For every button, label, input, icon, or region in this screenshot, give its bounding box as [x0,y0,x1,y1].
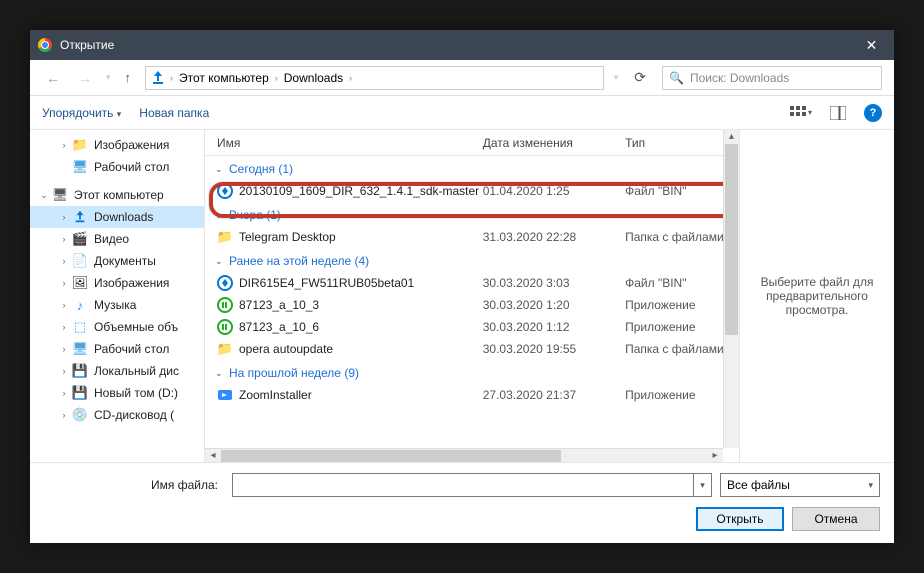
titlebar: Открытие ✕ [30,30,894,60]
search-icon: 🔍 [669,71,684,85]
file-row[interactable]: ZoomInstaller 27.03.2020 21:37 Приложени… [205,384,739,406]
tree-videos[interactable]: ›🎬Видео [30,228,204,250]
tree-downloads[interactable]: ›Downloads [30,206,204,228]
preview-pane: Выберите файл для предварительного просм… [739,130,894,462]
up-button[interactable]: ↑ [121,70,136,85]
file-row[interactable]: 87123_a_10_6 30.03.2020 1:12 Приложение [205,316,739,338]
toolbar: Упорядочить ▾ Новая папка ▾ ? [30,96,894,130]
close-button[interactable]: ✕ [849,30,894,60]
main-area: Имя Дата изменения Тип ⌄Сегодня (1) 2013… [205,130,894,462]
col-name[interactable]: Имя [217,136,483,150]
column-headers: Имя Дата изменения Тип [205,130,739,156]
tree-images[interactable]: ›📁Изображения [30,134,204,156]
forward-button[interactable]: → [74,70,96,86]
navbar: ← → ▾ ↑ › Этот компьютер › Downloads › ▾… [30,60,894,96]
group-earlier-week[interactable]: ⌄Ранее на этой неделе (4) [205,248,739,272]
file-row[interactable]: 87123_a_10_3 30.03.2020 1:20 Приложение [205,294,739,316]
app-icon [217,297,233,313]
chevron-right-icon: › [275,73,278,83]
tree-music[interactable]: ›♪Музыка [30,294,204,316]
dialog-body: ›📁Изображения 🖥Рабочий стол ⌄🖥Этот компь… [30,130,894,462]
chevron-right-icon: › [349,73,352,83]
tree-this-pc[interactable]: ⌄🖥Этот компьютер [30,184,204,206]
back-button[interactable]: ← [42,70,64,86]
open-button[interactable]: Открыть [696,507,784,531]
zoom-icon [217,387,233,403]
folder-icon: 📁 [217,229,233,245]
cancel-button[interactable]: Отмена [792,507,880,531]
chrome-icon [38,38,52,52]
list-body: ⌄Сегодня (1) 20130109_1609_DIR_632_1.4.1… [205,156,739,448]
window-title: Открытие [60,38,849,52]
breadcrumb-pc[interactable]: Этот компьютер [177,71,271,85]
file-row[interactable]: 📁opera autoupdate 30.03.2020 19:55 Папка… [205,338,739,360]
group-last-week[interactable]: ⌄На прошлой неделе (9) [205,360,739,384]
tree-desktop[interactable]: 🖥Рабочий стол [30,156,204,178]
search-placeholder: Поиск: Downloads [690,71,789,85]
footer: Имя файла: ▾ Все файлы▾ Открыть Отмена [30,462,894,543]
file-row[interactable]: 20130109_1609_DIR_632_1.4.1_sdk-master 0… [205,180,739,202]
filename-label: Имя файла: [44,478,224,492]
chevron-right-icon: › [170,73,173,83]
horizontal-scrollbar[interactable]: ◂▸ [205,448,723,462]
filename-dropdown[interactable]: ▾ [694,473,712,497]
app-icon [217,319,233,335]
filename-input[interactable] [232,473,694,497]
file-row[interactable]: DIR615E4_FW511RUB05beta01 30.03.2020 3:0… [205,272,739,294]
tree-local-disk[interactable]: ›💾Локальный дис [30,360,204,382]
new-folder-button[interactable]: Новая папка [139,106,209,120]
tree-images2[interactable]: ›🖼Изображения [30,272,204,294]
history-dropdown[interactable]: ▾ [106,72,111,83]
address-bar[interactable]: › Этот компьютер › Downloads › [145,66,604,90]
group-today[interactable]: ⌄Сегодня (1) [205,156,739,180]
open-file-dialog: Открытие ✕ ← → ▾ ↑ › Этот компьютер › Do… [30,30,894,543]
nav-tree: ›📁Изображения 🖥Рабочий стол ⌄🖥Этот компь… [30,130,205,462]
file-list: Имя Дата изменения Тип ⌄Сегодня (1) 2013… [205,130,739,462]
filetype-combo[interactable]: Все файлы▾ [720,473,880,497]
bin-icon [217,275,233,291]
view-mode-button[interactable]: ▾ [790,106,812,120]
group-yesterday[interactable]: ⌄Вчера (1) [205,202,739,226]
vertical-scrollbar[interactable]: ▴ [723,130,739,448]
bin-icon [217,183,233,199]
breadcrumb-downloads[interactable]: Downloads [282,71,345,85]
refresh-button[interactable]: ⟳ [628,69,652,86]
col-date[interactable]: Дата изменения [483,136,625,150]
preview-text: Выберите файл для предварительного просм… [750,275,884,317]
organize-button[interactable]: Упорядочить ▾ [42,106,121,120]
downloads-icon [150,70,166,86]
tree-desktop2[interactable]: ›🖥Рабочий стол [30,338,204,360]
address-dropdown[interactable]: ▾ [614,72,619,83]
folder-icon: 📁 [217,341,233,357]
search-input[interactable]: 🔍 Поиск: Downloads [662,66,882,90]
file-row[interactable]: 📁Telegram Desktop 31.03.2020 22:28 Папка… [205,226,739,248]
preview-pane-button[interactable] [830,106,846,120]
tree-3d[interactable]: ›⬚Объемные объ [30,316,204,338]
tree-new-volume[interactable]: ›💾Новый том (D:) [30,382,204,404]
tree-cd-drive[interactable]: ›💿CD-дисковод ( [30,404,204,426]
col-type[interactable]: Тип [625,136,739,150]
help-button[interactable]: ? [864,104,882,122]
tree-documents[interactable]: ›📄Документы [30,250,204,272]
